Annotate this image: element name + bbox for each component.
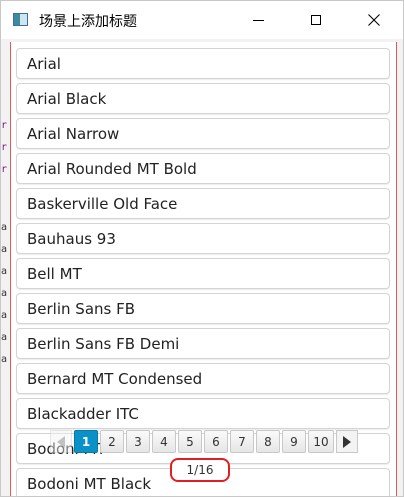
- page-button-8[interactable]: 8: [256, 430, 280, 453]
- page-button-2[interactable]: 2: [100, 430, 124, 453]
- page-button-7[interactable]: 7: [230, 430, 254, 453]
- page-button-3[interactable]: 3: [126, 430, 150, 453]
- pagination: 1 2 3 4 5 6 7 8 9 10: [50, 430, 360, 453]
- font-list-item[interactable]: Blackadder ITC: [16, 398, 390, 429]
- close-button[interactable]: [351, 1, 397, 39]
- font-list-item[interactable]: Berlin Sans FB Demi: [16, 328, 390, 359]
- page-button-6[interactable]: 6: [204, 430, 228, 453]
- minimize-button[interactable]: [235, 1, 281, 39]
- background-text-fragment: a: [1, 289, 7, 299]
- triangle-left-icon: [57, 435, 65, 448]
- font-list-item[interactable]: Baskerville Old Face: [16, 188, 390, 219]
- font-list-item[interactable]: Bauhaus 93: [16, 223, 390, 254]
- title-bar: 场景上添加标题: [1, 1, 403, 39]
- page-button-4[interactable]: 4: [152, 430, 176, 453]
- font-list-item[interactable]: Arial Narrow: [16, 118, 390, 149]
- app-window: 场景上添加标题 r r r a a a a a a a Arial Arial …: [0, 0, 404, 497]
- page-button-10[interactable]: 10: [308, 430, 334, 453]
- app-window-icon: [13, 13, 28, 26]
- font-list-item[interactable]: Bernard MT Condensed: [16, 363, 390, 394]
- font-list-item[interactable]: Arial: [16, 48, 390, 79]
- font-list-item[interactable]: Berlin Sans FB: [16, 293, 390, 324]
- background-text-fragment: a: [1, 333, 7, 343]
- background-text-fragment: a: [1, 267, 7, 277]
- background-text-fragment: r: [1, 143, 7, 153]
- maximize-icon: [311, 15, 321, 25]
- font-list-panel: Arial Arial Black Arial Narrow Arial Rou…: [10, 42, 397, 496]
- background-text-fragment: a: [1, 311, 7, 321]
- prev-page-button[interactable]: [50, 430, 72, 453]
- triangle-right-icon: [343, 435, 351, 448]
- background-text-fragment: a: [1, 223, 7, 233]
- background-text-fragment: a: [1, 355, 7, 365]
- window-title: 场景上添加标题: [39, 14, 137, 30]
- font-list-item[interactable]: Arial Rounded MT Bold: [16, 153, 390, 184]
- close-icon: [368, 14, 380, 26]
- background-text-fragment: r: [1, 165, 7, 175]
- background-window-edge: r r r a a a a a a a: [1, 39, 7, 496]
- minimize-icon: [252, 19, 264, 21]
- next-page-button[interactable]: [336, 430, 358, 453]
- page-button-5[interactable]: 5: [178, 430, 202, 453]
- maximize-button[interactable]: [293, 1, 339, 39]
- font-list-item[interactable]: Arial Black: [16, 83, 390, 114]
- font-list-item[interactable]: Bell MT: [16, 258, 390, 289]
- page-indicator: 1/16: [170, 458, 230, 482]
- background-text-fragment: a: [1, 245, 7, 255]
- background-text-fragment: r: [1, 121, 7, 131]
- page-button-9[interactable]: 9: [282, 430, 306, 453]
- page-button-1[interactable]: 1: [74, 430, 98, 453]
